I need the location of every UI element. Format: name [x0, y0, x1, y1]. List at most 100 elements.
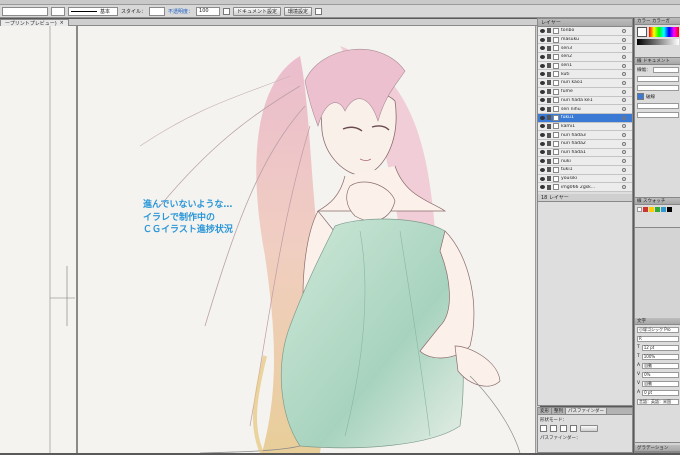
lock-icon[interactable] — [547, 106, 551, 112]
lock-icon[interactable] — [547, 80, 551, 86]
target-icon[interactable] — [622, 80, 626, 85]
target-icon[interactable] — [622, 46, 626, 51]
eye-icon[interactable] — [540, 63, 545, 68]
target-icon[interactable] — [622, 72, 626, 77]
target-icon[interactable] — [622, 115, 626, 120]
target-icon[interactable] — [622, 28, 626, 33]
fill-selector[interactable] — [2, 6, 48, 16]
layer-row[interactable]: sen1 — [538, 61, 632, 71]
stroke-option-field[interactable] — [637, 75, 679, 82]
lock-icon[interactable] — [547, 97, 551, 103]
eye-icon[interactable] — [540, 37, 545, 42]
stroke-color-selector[interactable] — [51, 6, 65, 16]
artboard-canvas[interactable] — [0, 26, 535, 454]
stroke-profile-selector[interactable]: 基本 — [68, 6, 118, 16]
eye-icon[interactable] — [540, 107, 545, 112]
layer-row[interactable]: nuri hada3 — [538, 131, 632, 140]
swatch[interactable] — [649, 207, 654, 212]
language-select[interactable]: 言語：英語：米国 — [637, 398, 679, 405]
baseline-input[interactable]: 0 pt — [642, 389, 679, 396]
layer-row[interactable]: kami1 — [538, 122, 632, 132]
font-size-input[interactable]: 12 pt — [641, 344, 679, 351]
color-panel-header[interactable]: カラー カラーガ — [635, 18, 680, 25]
eye-icon[interactable] — [540, 141, 545, 146]
lock-icon[interactable] — [547, 123, 551, 129]
eye-icon[interactable] — [540, 185, 545, 190]
tab-gradient[interactable]: グラデーション — [637, 445, 668, 451]
layers-panel-header[interactable]: レイヤー — [538, 19, 632, 27]
lock-icon[interactable] — [547, 149, 551, 155]
swatch[interactable] — [661, 207, 666, 212]
color-spectrum[interactable] — [649, 27, 679, 37]
eye-icon[interactable] — [540, 46, 545, 51]
lock-icon[interactable] — [547, 45, 551, 51]
eye-icon[interactable] — [540, 150, 545, 155]
layer-row[interactable]: yousiki — [538, 174, 632, 184]
layer-row[interactable]: nuki — [538, 157, 632, 166]
layer-row[interactable]: nuri hada1 — [538, 148, 632, 158]
lock-icon[interactable] — [547, 184, 551, 190]
opacity-input[interactable]: 100 — [196, 6, 221, 16]
eye-icon[interactable] — [540, 133, 545, 138]
target-icon[interactable] — [622, 185, 626, 190]
layer-row[interactable]: kuti — [538, 70, 632, 80]
arrange-docs-icon[interactable] — [315, 7, 323, 15]
lock-icon[interactable] — [547, 71, 551, 77]
lock-icon[interactable] — [547, 37, 551, 43]
opacity-stepper-icon[interactable] — [223, 7, 231, 15]
lock-icon[interactable] — [547, 28, 551, 34]
leading-input[interactable]: 自動 — [642, 362, 679, 369]
layer-row[interactable]: img066 2gsk... — [538, 183, 632, 193]
stroke-option-field[interactable] — [637, 84, 679, 91]
document-tab[interactable]: ープリントプレビュー) × — [0, 19, 69, 27]
grayscale-ramp[interactable] — [637, 39, 679, 45]
target-icon[interactable] — [622, 167, 626, 172]
swatches-panel-header[interactable]: 線 スウォッチ — [635, 198, 680, 205]
eye-icon[interactable] — [540, 54, 545, 59]
eye-icon[interactable] — [540, 89, 545, 94]
arrowhead-field[interactable] — [637, 111, 679, 118]
eye-icon[interactable] — [540, 28, 545, 33]
style-selector[interactable] — [149, 6, 166, 16]
swatch[interactable] — [655, 207, 660, 212]
layer-row[interactable]: tonbo — [538, 27, 632, 36]
lock-icon[interactable] — [547, 158, 551, 164]
target-icon[interactable] — [622, 107, 626, 112]
unite-icon[interactable] — [540, 425, 547, 432]
target-icon[interactable] — [622, 141, 626, 146]
dashed-checkbox[interactable] — [637, 93, 644, 100]
expand-button[interactable] — [580, 425, 598, 432]
eye-icon[interactable] — [540, 115, 545, 120]
tab-align[interactable]: 整列 — [552, 408, 566, 414]
tab-pathfinder[interactable]: パスファインダー — [566, 408, 607, 414]
layer-row[interactable]: nuri kao1 — [538, 79, 632, 88]
swatch[interactable] — [643, 207, 648, 212]
document-settings-button[interactable]: ドキュメント設定 — [233, 6, 282, 16]
font-family-select[interactable]: 小塚ゴシック Pro — [637, 326, 679, 333]
target-icon[interactable] — [622, 124, 626, 129]
eye-icon[interactable] — [540, 98, 545, 103]
target-icon[interactable] — [622, 159, 626, 164]
opacity-label[interactable]: 不透明度： — [168, 8, 193, 15]
layer-row[interactable]: sen2 — [538, 53, 632, 62]
tab-document-info[interactable]: ドキュメント — [643, 58, 670, 64]
lock-icon[interactable] — [547, 89, 551, 95]
character-panel-header[interactable]: 文字 — [635, 318, 680, 325]
tab-color-guide[interactable]: カラーガ — [652, 18, 670, 24]
target-icon[interactable] — [622, 89, 626, 94]
eye-icon[interactable] — [540, 124, 545, 129]
exclude-icon[interactable] — [570, 425, 577, 432]
stroke-weight-input[interactable] — [652, 66, 679, 73]
preferences-button[interactable]: 環境設定 — [284, 6, 313, 16]
layer-row[interactable]: fuku1 — [538, 113, 632, 123]
eye-icon[interactable] — [540, 159, 545, 164]
swatch[interactable] — [637, 207, 642, 212]
target-icon[interactable] — [622, 37, 626, 42]
eye-icon[interactable] — [540, 80, 545, 85]
dash-values-field[interactable] — [637, 102, 679, 109]
tab-swatches[interactable]: スウォッチ — [643, 198, 666, 204]
eye-icon[interactable] — [540, 72, 545, 77]
tab-stroke[interactable]: 線 — [637, 58, 642, 64]
tab-transform[interactable]: 変形 — [538, 408, 552, 414]
tab-stroke-mini[interactable]: 線 — [637, 198, 642, 204]
